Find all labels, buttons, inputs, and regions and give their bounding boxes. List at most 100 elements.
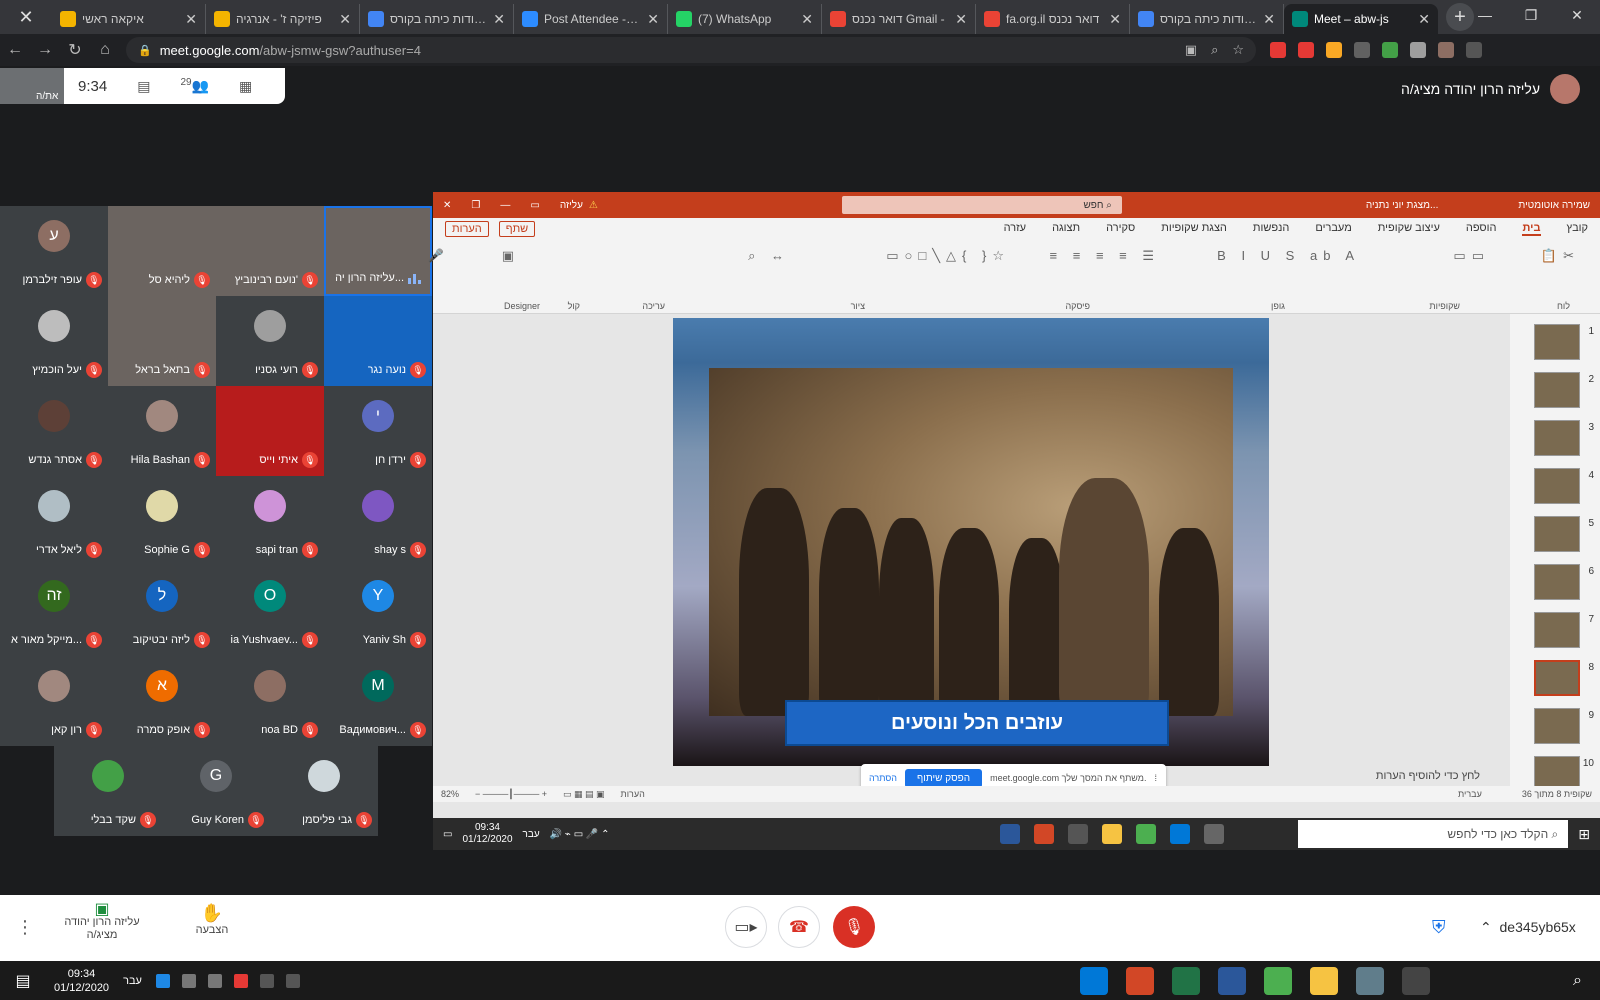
ppt-autosave[interactable]: שמירה אוטומטית (1518, 200, 1590, 211)
font-format-icons[interactable]: B I U S ab A (1217, 248, 1360, 263)
os-clock[interactable]: 09:34 01/12/2020 (54, 967, 109, 995)
participant-tile[interactable]: איתי וייס 🎙 (216, 386, 324, 476)
participant-tile[interactable]: sapi tran 🎙 (216, 476, 324, 566)
participant-tile[interactable]: Y Yaniv Sh 🎙 (324, 566, 432, 656)
participant-tile[interactable]: רון קאן 🎙 (0, 656, 108, 746)
participant-tile[interactable]: זה מייקל מאור א... 🎙 (0, 566, 108, 656)
ppt-search[interactable]: חפש ⌕ (841, 196, 1122, 214)
file-explorer-icon[interactable] (1309, 966, 1338, 995)
camera-toggle-button[interactable]: ▭▸ (725, 906, 767, 948)
calculator-icon[interactable] (1355, 966, 1384, 995)
tab-close-icon[interactable]: ✕ (1263, 11, 1275, 28)
browser-tab[interactable]: Post Attendee - Zo ✕ (514, 4, 668, 34)
menu-icon[interactable] (1466, 42, 1482, 58)
onedrive-icon[interactable] (155, 973, 170, 988)
tab-close-icon[interactable]: ✕ (647, 11, 659, 28)
browser-tab[interactable]: דואר נכנס Gmail - ✕ (822, 4, 976, 34)
browser-tab[interactable]: עבודות כיתה בקורס ✕ (360, 4, 514, 34)
participant-tile[interactable]: Hila Bashan 🎙 (108, 386, 216, 476)
tab-close-icon[interactable]: ✕ (1418, 11, 1430, 28)
restore-icon[interactable]: ❐ (1508, 0, 1554, 30)
task-view-icon[interactable] (1401, 966, 1430, 995)
tab-close-icon[interactable]: ✕ (801, 11, 813, 28)
stop-sharing-button[interactable]: הפסק שיתוף (904, 768, 983, 788)
participant-tile[interactable]: א אופק סמרה 🎙 (108, 656, 216, 746)
word-icon[interactable] (1217, 966, 1246, 995)
slide-thumbnail[interactable] (1534, 612, 1580, 648)
back-icon[interactable]: ← (0, 35, 30, 65)
extension-icon[interactable] (1382, 42, 1398, 58)
reload-icon[interactable]: ↻ (60, 35, 90, 65)
designer-icon[interactable]: ▣ (502, 248, 520, 264)
editing-icons[interactable]: ⌕ ↔ (748, 248, 790, 264)
powerpoint-icon[interactable] (1125, 966, 1154, 995)
participant-tile[interactable]: noa BD 🎙 (216, 656, 324, 746)
chat-icon[interactable]: ▤ (137, 78, 150, 95)
share-pill-hide[interactable]: הסתרה (869, 773, 897, 783)
extension-icon[interactable] (1354, 42, 1370, 58)
address-bar[interactable]: 🔒 meet.google.com/abw-jsmw-gsw?authuser=… (126, 37, 1256, 63)
slide-thumbnail[interactable] (1534, 516, 1580, 552)
tab-close-icon[interactable]: ✕ (185, 11, 197, 28)
participant-tile[interactable]: שקד בבלי 🎙 (54, 746, 162, 836)
participant-tile[interactable]: Oia Yushvaev... 🎙 (216, 566, 324, 656)
presenting-button[interactable]: ▣ עליזה הרון יהודה מציג/ה (62, 902, 142, 942)
participant-tile[interactable]: נועם רבינוביץ' 🎙 (216, 206, 324, 296)
participant-tile[interactable]: יעל הוכמיץ 🎙 (0, 296, 108, 386)
status-notes[interactable]: הערות (620, 789, 644, 799)
slide-thumbnail[interactable] (1534, 468, 1580, 504)
slide-thumbnail[interactable] (1534, 564, 1580, 600)
action-center-icon[interactable]: ▤ (0, 971, 46, 991)
self-video-tile[interactable]: את/ה (0, 68, 64, 104)
ppt-menu-tab[interactable]: הנפשות (1253, 222, 1289, 236)
drag-handle-icon[interactable]: ⁞ (1155, 773, 1158, 783)
browser-tab[interactable]: פיזיקה ז' - אנרגיה ✕ (206, 4, 360, 34)
participant-tile[interactable]: י ירדן חן 🎙 (324, 386, 432, 476)
zoom-slider[interactable]: − ────┃──── + (475, 789, 547, 800)
browser-tab[interactable]: (7) WhatsApp ✕ (668, 4, 822, 34)
home-icon[interactable]: ⌂ (90, 35, 120, 65)
edge-icon[interactable] (1079, 966, 1108, 995)
close-icon[interactable]: ✕ (0, 0, 52, 34)
participant-tile[interactable]: גבי פליסמן 🎙 (270, 746, 378, 836)
os-lang[interactable]: עבר (123, 975, 142, 987)
ppt-user[interactable]: עליזה (560, 200, 583, 211)
more-options-icon[interactable]: ⋮ (16, 917, 34, 938)
restore-icon[interactable]: ❐ (471, 200, 480, 211)
ppt-menu-tab[interactable]: מעברים (1315, 222, 1351, 236)
minimize-icon[interactable]: — (500, 200, 510, 211)
zoom-level[interactable]: 82% (441, 789, 459, 799)
tab-close-icon[interactable]: ✕ (1109, 11, 1121, 28)
browser-tab[interactable]: fa.org.il דואר נכנס ✕ (976, 4, 1130, 34)
participant-tile[interactable]: ליהיא סל 🎙 (108, 206, 216, 296)
dictate-mic-icon[interactable]: 🎤 (428, 248, 450, 264)
people-icon[interactable] (285, 973, 300, 988)
participant-tile[interactable]: shay s 🎙 (324, 476, 432, 566)
slide-thumbnail[interactable] (1534, 660, 1580, 696)
activities-icon[interactable]: ▦ (239, 78, 252, 95)
ppt-menu-tab[interactable]: עזרה (1004, 222, 1026, 236)
ppt-menu-tab[interactable]: הוספה (1466, 222, 1497, 236)
slide-thumbnail[interactable] (1534, 324, 1580, 360)
tab-close-icon[interactable]: ✕ (339, 11, 351, 28)
minimize-icon[interactable]: — (1462, 0, 1508, 30)
participant-tile[interactable]: נועה נגר 🎙 (324, 296, 432, 386)
participant-tile[interactable]: Sophie G 🎙 (108, 476, 216, 566)
meeting-code[interactable]: ⌃ de345yb65x (1480, 919, 1576, 936)
slide-thumbnail[interactable] (1534, 420, 1580, 456)
browser-tab[interactable]: איקאה ראשי ✕ (52, 4, 206, 34)
camera-icon[interactable]: ▣ (1185, 42, 1197, 58)
ppt-doc-title[interactable]: מצגת יוני נתניה... (1366, 200, 1438, 211)
network-icon[interactable] (207, 973, 222, 988)
ppt-menu-tab[interactable]: סקירה (1106, 222, 1135, 236)
ribbon-display-icon[interactable]: ▭ (530, 200, 539, 211)
zoom-icon[interactable]: ⌕ (1211, 42, 1218, 58)
app-tray-icon[interactable] (233, 973, 248, 988)
show-hidden-icon[interactable] (259, 973, 274, 988)
people-icon[interactable]: 29👥 (180, 77, 209, 95)
raise-hand-button[interactable]: ✋ הצבעה (190, 903, 234, 936)
forward-icon[interactable]: → (30, 35, 60, 65)
puzzle-icon[interactable] (1410, 42, 1426, 58)
ppt-menu-tab[interactable]: קובץ (1567, 222, 1588, 236)
volume-icon[interactable] (181, 973, 196, 988)
